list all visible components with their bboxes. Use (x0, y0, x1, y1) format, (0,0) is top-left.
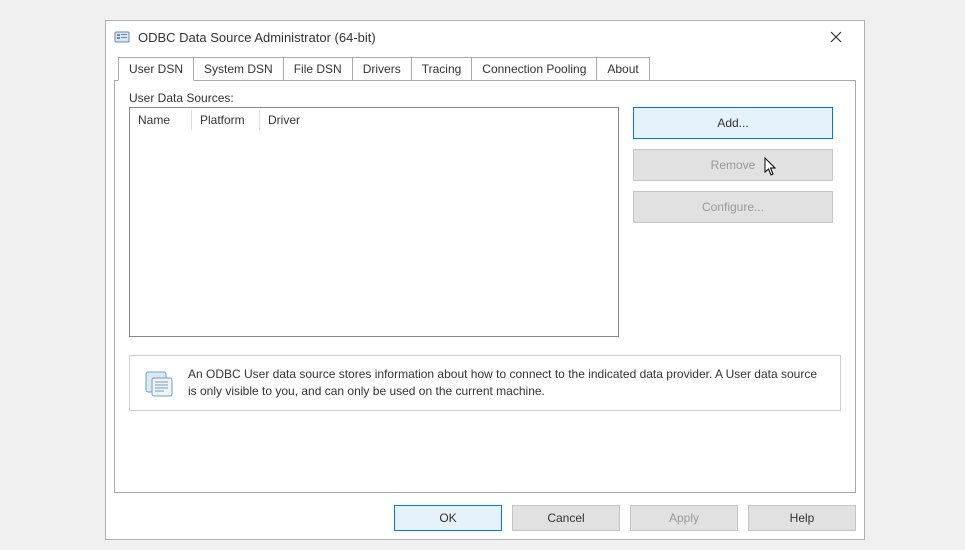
tab-about[interactable]: About (596, 57, 649, 80)
sources-label: User Data Sources: (129, 91, 841, 105)
close-button[interactable] (816, 23, 856, 51)
window-title: ODBC Data Source Administrator (64-bit) (138, 30, 376, 45)
sources-list[interactable]: Name Platform Driver (129, 107, 619, 337)
dialog-window: ODBC Data Source Administrator (64-bit) … (105, 20, 865, 540)
titlebar: ODBC Data Source Administrator (64-bit) (106, 21, 864, 53)
help-button[interactable]: Help (748, 505, 856, 531)
tab-user-dsn[interactable]: User DSN (118, 57, 194, 81)
apply-button[interactable]: Apply (630, 505, 738, 531)
col-name[interactable]: Name (130, 110, 192, 130)
tab-label: System DSN (204, 62, 273, 76)
tab-label: Drivers (363, 62, 401, 76)
info-text: An ODBC User data source stores informat… (188, 366, 826, 400)
info-icon (144, 366, 176, 398)
tab-tracing[interactable]: Tracing (411, 57, 473, 80)
tab-label: Tracing (422, 62, 462, 76)
tab-drivers[interactable]: Drivers (352, 57, 412, 80)
tab-label: About (607, 62, 638, 76)
middle-row: Name Platform Driver Add... Remove Confi… (129, 107, 841, 337)
remove-button[interactable]: Remove (633, 149, 833, 181)
configure-button[interactable]: Configure... (633, 191, 833, 223)
list-header: Name Platform Driver (130, 108, 618, 132)
tab-file-dsn[interactable]: File DSN (283, 57, 353, 80)
tab-panel-user-dsn: User Data Sources: Name Platform Driver … (114, 80, 856, 493)
col-driver[interactable]: Driver (260, 110, 618, 130)
add-button[interactable]: Add... (633, 107, 833, 139)
cancel-button[interactable]: Cancel (512, 505, 620, 531)
tab-label: User DSN (129, 62, 183, 76)
tab-label: File DSN (294, 62, 342, 76)
side-buttons: Add... Remove Configure... (633, 107, 833, 223)
ok-button[interactable]: OK (394, 505, 502, 531)
client-area: User DSN System DSN File DSN Drivers Tra… (106, 53, 864, 539)
info-box: An ODBC User data source stores informat… (129, 355, 841, 411)
tab-label: Connection Pooling (482, 62, 586, 76)
col-platform[interactable]: Platform (192, 110, 260, 130)
tab-strip: User DSN System DSN File DSN Drivers Tra… (114, 57, 856, 80)
tab-connection-pooling[interactable]: Connection Pooling (471, 57, 597, 80)
tab-system-dsn[interactable]: System DSN (193, 57, 284, 80)
action-row: OK Cancel Apply Help (114, 505, 856, 531)
app-icon (114, 29, 130, 45)
